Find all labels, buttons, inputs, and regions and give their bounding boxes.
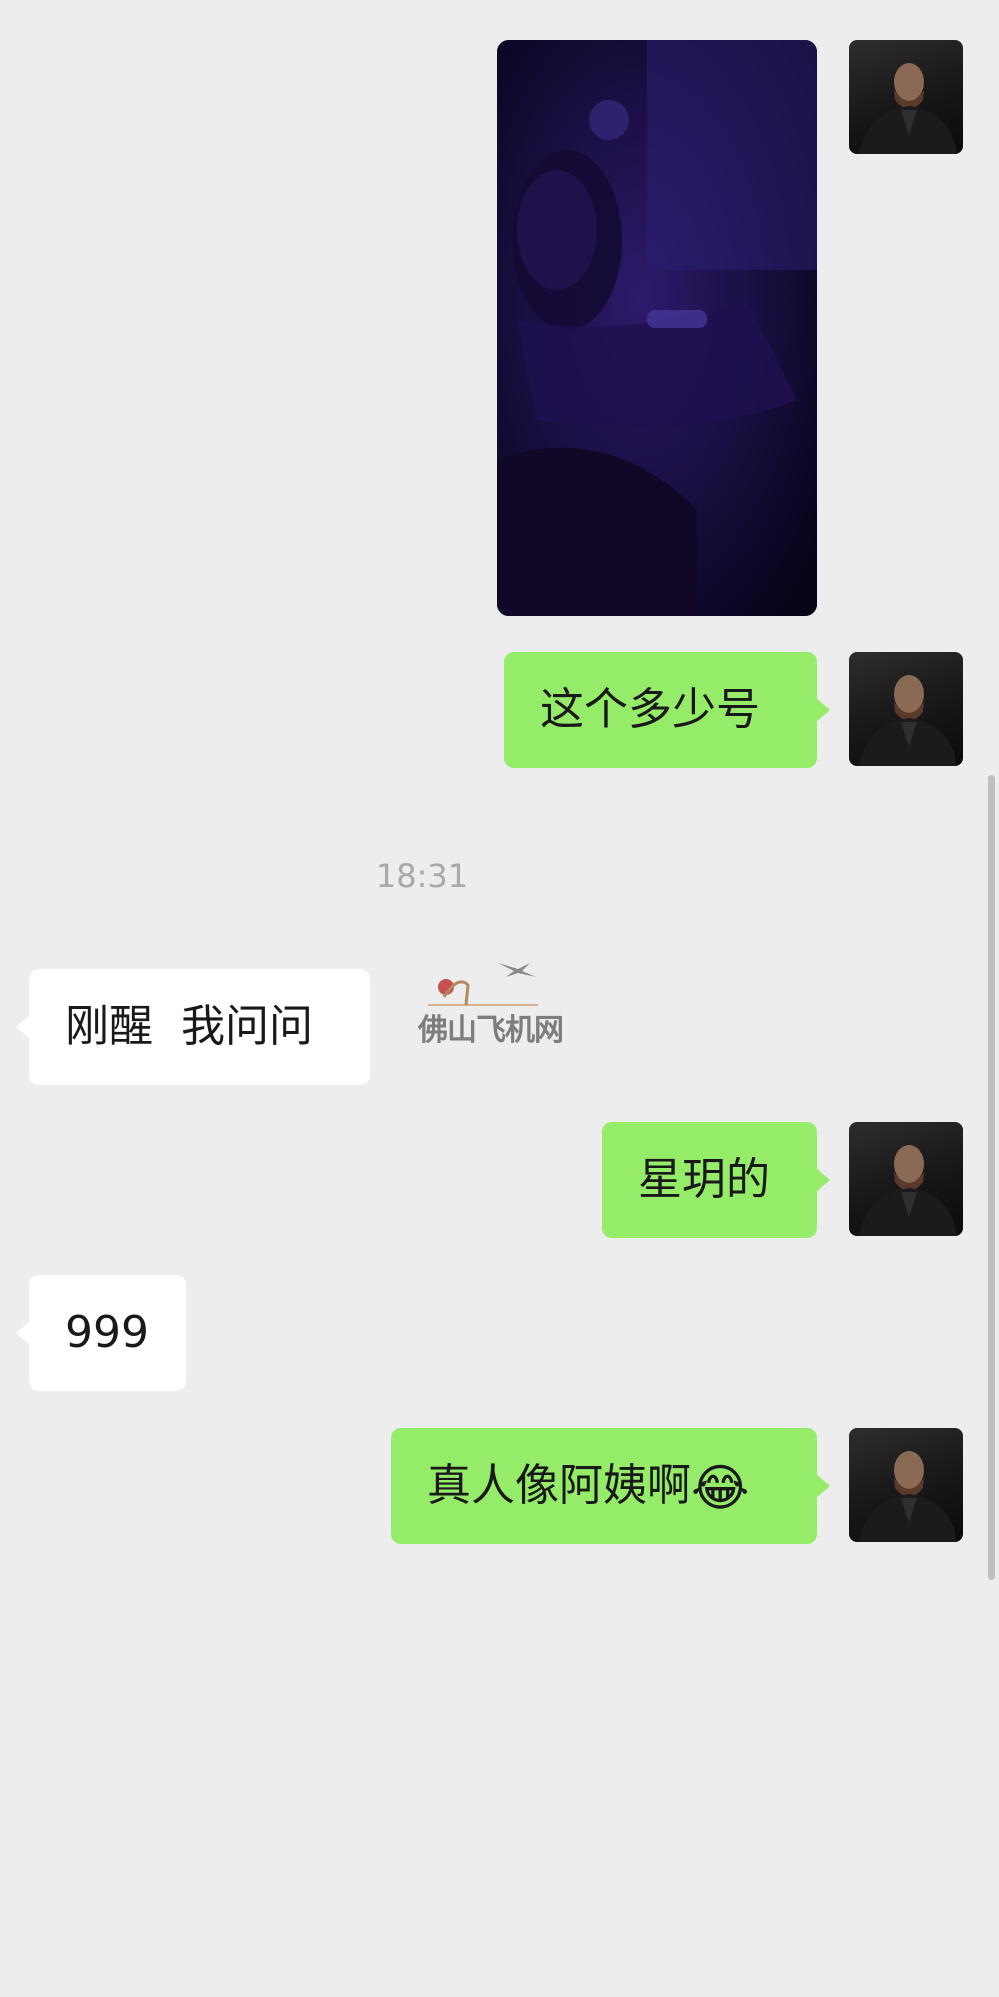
message-text: 真人像阿姨啊 (427, 1460, 691, 1511)
avatar-self[interactable] (849, 1428, 963, 1542)
message-text: 刚醒 我问问 (65, 1001, 313, 1052)
message-bubble-outgoing[interactable]: 这个多少号 (504, 652, 830, 768)
avatar-self[interactable] (849, 40, 963, 154)
chat-photo-message[interactable] (497, 40, 817, 616)
avatar-self[interactable] (849, 1122, 963, 1236)
scrollbar[interactable] (988, 775, 995, 1580)
message-bubble-incoming[interactable]: 刚醒 我问问 (16, 969, 370, 1085)
message-text: 星玥的 (638, 1154, 770, 1205)
watermark-text: 佛山飞机网 (418, 1013, 564, 1048)
watermark-logo: 佛山飞机网 (418, 955, 582, 1048)
message-text: 999 (65, 1307, 149, 1358)
message-text: 这个多少号 (540, 684, 760, 735)
tears-of-joy-emoji-icon: 😂 (691, 1459, 750, 1517)
chat-timestamp: 18:31 (375, 857, 469, 895)
message-bubble-outgoing[interactable]: 真人像阿姨啊😂 (391, 1428, 830, 1544)
message-bubble-outgoing[interactable]: 星玥的 (602, 1122, 830, 1238)
avatar-self[interactable] (849, 652, 963, 766)
message-bubble-incoming[interactable]: 999 (16, 1275, 186, 1391)
